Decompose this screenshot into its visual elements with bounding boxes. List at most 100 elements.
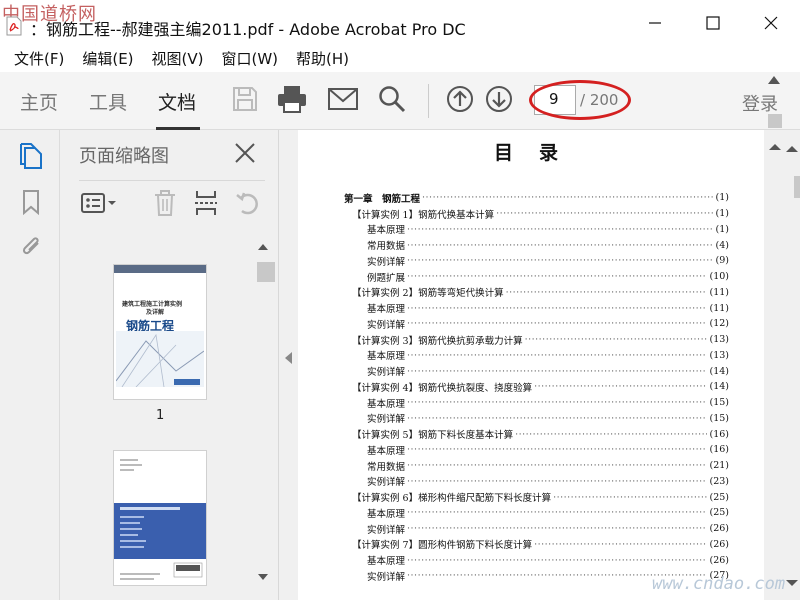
- toc-leader-dots: ········································…: [407, 460, 707, 472]
- tab-tools[interactable]: 工具: [89, 88, 127, 115]
- document-scrollbar[interactable]: [764, 130, 800, 600]
- cover-band: [114, 265, 206, 273]
- toc-entry[interactable]: 第一章 钢筋工程 ································…: [344, 190, 729, 206]
- extract-icon[interactable]: [191, 188, 221, 218]
- panel-splitter[interactable]: [278, 130, 298, 600]
- bookmark-icon[interactable]: [17, 188, 45, 216]
- toc-entry[interactable]: 基本原理 ····································…: [344, 348, 729, 364]
- toc-entry[interactable]: 【计算实例 3】钢筋代换抗剪承载力计算 ·····················…: [344, 332, 729, 348]
- toc-entry[interactable]: 例题扩展 ····································…: [344, 269, 729, 285]
- document-scroll-thumb[interactable]: [794, 176, 800, 198]
- toc-entry-page: (4): [715, 239, 729, 251]
- toc-entry-text: 基本原理: [367, 301, 408, 316]
- menu-bar: 文件(F) 编辑(E) 视图(V) 窗口(W) 帮助(H): [0, 44, 800, 72]
- toc-entry-page: (13): [709, 334, 729, 346]
- toc-entry[interactable]: 基本原理 ····································…: [344, 300, 729, 316]
- menu-edit[interactable]: 编辑(E): [82, 48, 133, 69]
- toc-entry[interactable]: 基本原理 ····································…: [344, 552, 729, 568]
- maximize-button[interactable]: [690, 8, 736, 38]
- menu-help[interactable]: 帮助(H): [296, 48, 349, 69]
- page-thumbnail-2[interactable]: [113, 450, 207, 586]
- toc-entry-text: 【计算实例 2】钢筋等弯矩代换计算: [352, 285, 506, 300]
- menu-window[interactable]: 窗口(W): [222, 48, 279, 69]
- toc-entry-page: (12): [709, 318, 729, 330]
- toc-entry-page: (21): [709, 460, 729, 472]
- toc-entry[interactable]: 基本原理 ····································…: [344, 395, 729, 411]
- toc-entry-text: 基本原理: [367, 348, 408, 363]
- toc-entry[interactable]: 基本原理 ····································…: [344, 222, 729, 238]
- toc-leader-dots: ········································…: [407, 523, 707, 535]
- toc-entry-page: (25): [709, 491, 729, 503]
- close-icon: [764, 16, 778, 30]
- close-button[interactable]: [748, 8, 794, 38]
- toc-entry-page: (1): [715, 208, 729, 220]
- menu-view[interactable]: 视图(V): [152, 48, 204, 69]
- tab-home[interactable]: 主页: [20, 88, 58, 115]
- document-view[interactable]: 目录 第一章 钢筋工程 ·····························…: [298, 130, 764, 600]
- toc-entry[interactable]: 【计算实例 4】钢筋代换抗裂度、挠度验算 ····················…: [344, 379, 729, 395]
- toc-entry[interactable]: 实例详解 ····································…: [344, 411, 729, 427]
- toolbar-scrollbar[interactable]: [764, 74, 784, 128]
- navigation-pane: [0, 130, 60, 600]
- toc-leader-dots: ········································…: [407, 365, 707, 377]
- collapse-panel-icon[interactable]: [285, 352, 292, 364]
- toc-entry[interactable]: 常用数据 ····································…: [344, 237, 729, 253]
- toc-entry[interactable]: 【计算实例 2】钢筋等弯矩代换计算 ·······················…: [344, 285, 729, 301]
- page-thumbnails-icon[interactable]: [17, 142, 45, 170]
- search-icon[interactable]: [375, 82, 409, 116]
- toc-leader-dots: ········································…: [407, 444, 707, 456]
- toc-entry[interactable]: 实例详解 ····································…: [344, 521, 729, 537]
- watermark-url: www.cndao.com: [652, 574, 786, 594]
- page-up-icon[interactable]: [443, 82, 477, 116]
- toc-entry-page: (15): [709, 397, 729, 409]
- toc-leader-dots: ········································…: [407, 302, 707, 314]
- toc-leader-dots: ········································…: [496, 208, 714, 220]
- panel-title: 页面缩略图: [79, 146, 169, 167]
- menu-file[interactable]: 文件(F): [14, 48, 64, 69]
- toc-entry-text: 基本原理: [367, 222, 408, 237]
- mail-icon[interactable]: [326, 82, 360, 116]
- cover-line-2: 及详解: [146, 309, 165, 316]
- print-icon[interactable]: [275, 82, 309, 116]
- acrobat-pdf-icon[interactable]: [6, 16, 22, 36]
- tab-document[interactable]: 文档: [158, 88, 196, 115]
- toc-entry[interactable]: 【计算实例 6】梯形构件缩尺配筋下料长度计算 ··················…: [344, 489, 729, 505]
- toc-leader-dots: ········································…: [505, 286, 708, 298]
- toc-entry-text: 实例详解: [367, 411, 408, 426]
- toc-entry-page: (23): [709, 475, 729, 487]
- page-options-icon[interactable]: [80, 188, 120, 218]
- toc-entry-text: 实例详解: [367, 474, 408, 489]
- toc-entry-text: 基本原理: [367, 505, 408, 520]
- toc-entry-page: (26): [709, 523, 729, 535]
- thumbnail-scroll-thumb[interactable]: [257, 262, 275, 282]
- toc-entry-text: 例题扩展: [367, 269, 408, 284]
- toc-entry[interactable]: 【计算实例 5】钢筋下料长度基本计算 ······················…: [344, 426, 729, 442]
- page-thumbnail-1[interactable]: 建筑工程施工计算实例 及详解 钢筋工程: [113, 264, 207, 400]
- toc-entry[interactable]: 实例详解 ····································…: [344, 474, 729, 490]
- delete-icon[interactable]: [150, 188, 180, 218]
- toc-entry-page: (25): [709, 507, 729, 519]
- minimize-button[interactable]: [632, 8, 678, 38]
- toc-entry[interactable]: 实例详解 ····································…: [344, 316, 729, 332]
- attachment-icon[interactable]: [17, 232, 45, 260]
- page-down-icon[interactable]: [482, 82, 516, 116]
- toc-entry[interactable]: 实例详解 ····································…: [344, 253, 729, 269]
- toc-entry[interactable]: 【计算实例 1】钢筋代换基本计算 ························…: [344, 206, 729, 222]
- toc-entry-page: (16): [709, 428, 729, 440]
- toc-entry[interactable]: 【计算实例 7】圆形构件钢筋下料长度计算 ····················…: [344, 537, 729, 553]
- toc-entry[interactable]: 基本原理 ····································…: [344, 442, 729, 458]
- window-title: ：钢筋工程--郝建强主编2011.pdf - Adobe Acrobat Pro…: [30, 20, 466, 39]
- toc-entry-text: 常用数据: [367, 458, 408, 473]
- close-panel-icon[interactable]: [234, 142, 256, 164]
- save-icon[interactable]: [228, 82, 262, 116]
- toc-leader-dots: ········································…: [515, 428, 707, 440]
- toc-leader-dots: ········································…: [524, 334, 708, 346]
- thumbnail-scrollbar[interactable]: [256, 242, 270, 582]
- minimize-icon: [649, 22, 661, 24]
- toc-entry[interactable]: 实例详解 ····································…: [344, 363, 729, 379]
- rotate-icon[interactable]: [233, 188, 263, 218]
- toc-entry[interactable]: 常用数据 ····································…: [344, 458, 729, 474]
- toc-entry-page: (14): [709, 381, 729, 393]
- toc-entry[interactable]: 基本原理 ····································…: [344, 505, 729, 521]
- toc-entry-text: 常用数据: [367, 238, 408, 253]
